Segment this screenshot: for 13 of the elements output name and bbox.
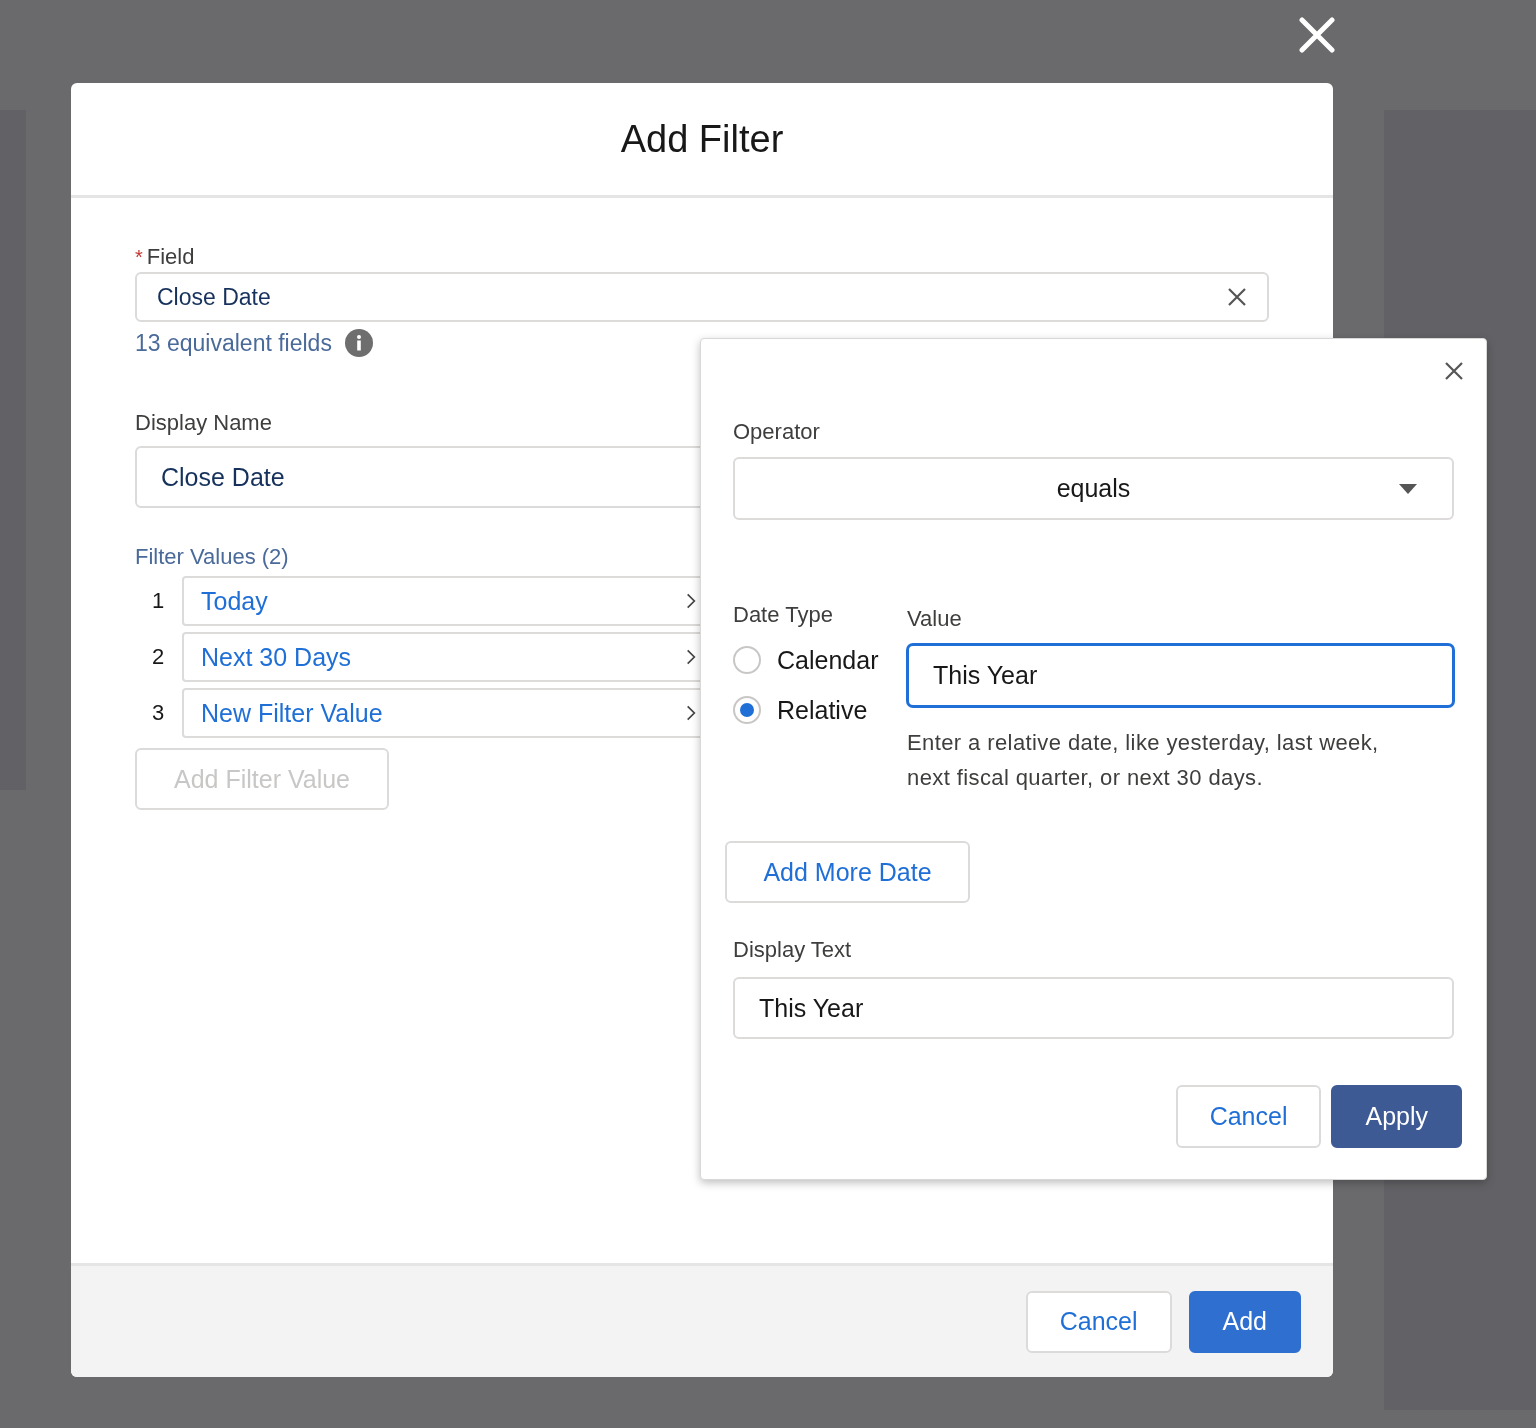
row-number: 1: [151, 588, 166, 614]
row-number: 2: [151, 644, 166, 670]
filter-values-label: Filter Values (2): [135, 544, 289, 570]
modal-title: Add Filter: [620, 117, 784, 161]
operator-label: Operator: [733, 419, 820, 445]
help-text: Enter a relative date, like yesterday, last week, next fiscal quarter, or next 30 days.: [907, 729, 1380, 792]
display-name-label: Display Name: [135, 410, 272, 436]
date-type-label: Date Type: [733, 602, 834, 628]
required-mark: *: [135, 245, 143, 269]
field-label: Field: [146, 244, 195, 270]
display-text-label: Display Text: [733, 937, 852, 963]
row-number: 3: [151, 700, 166, 726]
value-label: Value: [907, 606, 963, 632]
